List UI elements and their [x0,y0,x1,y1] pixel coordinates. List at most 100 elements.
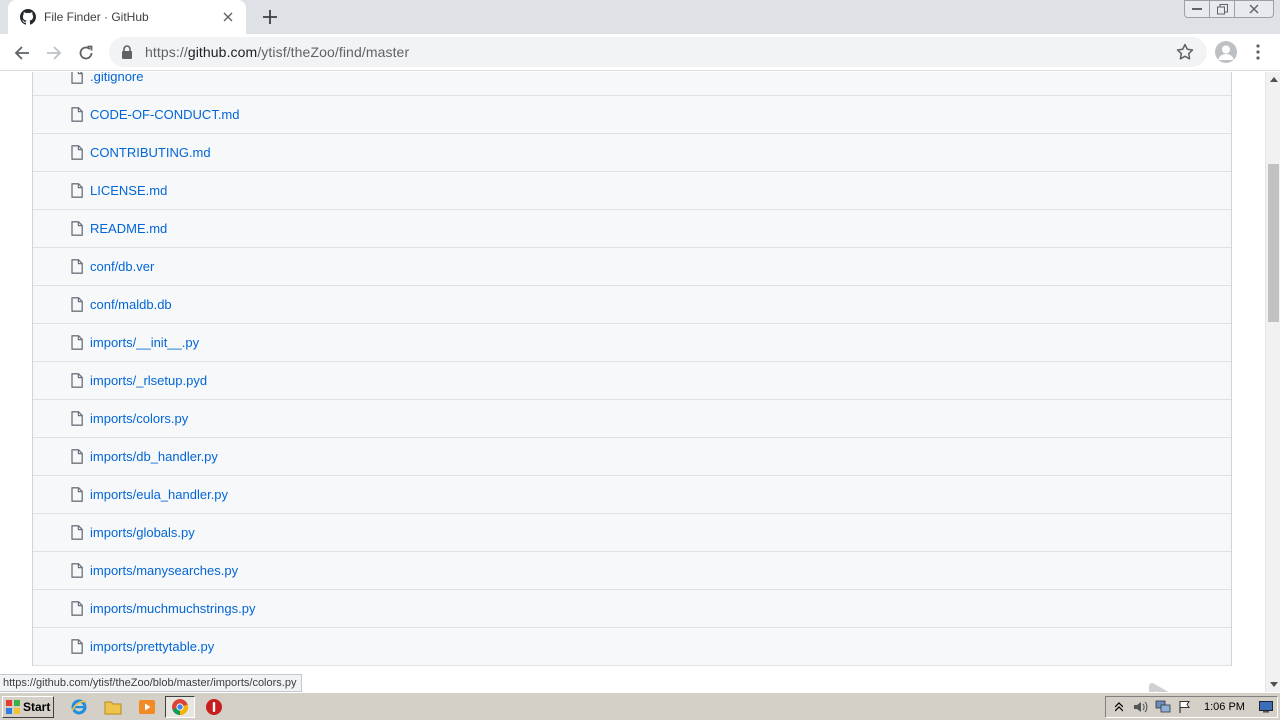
file-icon [71,639,83,654]
stop-icon[interactable] [204,697,224,717]
media-player-icon[interactable] [137,697,157,717]
tab-close-icon[interactable] [220,9,236,25]
back-button[interactable] [9,40,35,66]
file-link[interactable]: imports/prettytable.py [90,639,214,654]
play-logo-icon [1146,682,1198,692]
file-link[interactable]: conf/maldb.db [90,297,172,312]
file-row[interactable]: conf/maldb.db [33,286,1231,324]
address-bar[interactable]: https://github.com/ytisf/theZoo/find/mas… [109,37,1207,67]
file-link[interactable]: conf/db.ver [90,259,154,274]
new-tab-button[interactable] [258,6,282,28]
file-icon [71,221,83,236]
file-row[interactable]: imports/colors.py [33,400,1231,438]
start-button[interactable]: Start [2,696,54,718]
watermark-left: ANY [1038,683,1142,693]
chrome-icon[interactable] [165,696,195,718]
file-icon [71,525,83,540]
minimize-button[interactable] [1184,0,1210,18]
link-status-bubble: https://github.com/ytisf/theZoo/blob/mas… [0,674,303,692]
file-icon [71,563,83,578]
forward-button[interactable] [41,40,67,66]
file-icon [71,107,83,122]
anyrun-watermark: ANY RUN [1038,680,1265,692]
url-path: /ytisf/theZoo/find/master [257,44,410,60]
back-arrow-icon [14,46,29,60]
file-link[interactable]: CODE-OF-CONDUCT.md [90,107,240,122]
file-row[interactable]: imports/eula_handler.py [33,476,1231,514]
file-link[interactable]: imports/globals.py [90,525,195,540]
file-icon [71,487,83,502]
file-row[interactable]: README.md [33,210,1231,248]
windows-flag-icon [5,699,21,715]
volume-icon[interactable] [1132,698,1150,716]
file-icon [71,183,83,198]
forward-arrow-icon [47,46,62,60]
url-host: github.com [187,44,258,60]
file-icon [71,72,83,84]
network-icon[interactable] [1154,698,1172,716]
reload-icon [79,45,93,60]
tray-expand-icon[interactable] [1110,698,1128,716]
file-row[interactable]: imports/globals.py [33,514,1231,552]
file-row[interactable]: conf/db.ver [33,248,1231,286]
github-icon [20,9,36,25]
file-icon [71,259,83,274]
file-icon [71,601,83,616]
scroll-up-arrow-icon[interactable] [1266,72,1280,87]
tab-strip: File Finder · GitHub [0,0,1280,34]
file-link[interactable]: imports/colors.py [90,411,188,426]
file-row[interactable]: imports/muchmuchstrings.py [33,590,1231,628]
file-link[interactable]: LICENSE.md [90,183,167,198]
file-link[interactable]: imports/muchmuchstrings.py [90,601,255,616]
watermark-right: RUN [1202,683,1265,693]
file-row[interactable]: imports/db_handler.py [33,438,1231,476]
file-link[interactable]: imports/_rlsetup.pyd [90,373,207,388]
scroll-thumb[interactable] [1268,164,1279,322]
file-link[interactable]: imports/db_handler.py [90,449,218,464]
system-clock[interactable]: 1:06 PM [1204,701,1245,713]
file-row[interactable]: CONTRIBUTING.md [33,134,1231,172]
file-link[interactable]: imports/eula_handler.py [90,487,228,502]
file-list: .gitignore CODE-OF-CONDUCT.md CONTRIBUTING… [32,72,1232,666]
file-icon [71,449,83,464]
url-scheme: https:// [145,44,188,60]
file-row[interactable]: .gitignore [33,72,1231,96]
browser-menu-icon[interactable] [1250,42,1266,62]
file-row[interactable]: imports/__init__.py [33,324,1231,362]
file-link[interactable]: CONTRIBUTING.md [90,145,211,160]
show-desktop-icon[interactable] [1257,698,1275,716]
file-row[interactable]: imports/manysearches.py [33,552,1231,590]
file-icon [71,411,83,426]
file-icon [71,373,83,388]
file-row[interactable]: imports/_rlsetup.pyd [33,362,1231,400]
file-icon [71,297,83,312]
file-row[interactable]: imports/prettytable.py [33,628,1231,666]
ie-icon[interactable] [69,697,89,717]
window-close-button[interactable] [1234,0,1274,18]
browser-tab[interactable]: File Finder · GitHub [8,0,246,34]
page-content: .gitignore CODE-OF-CONDUCT.md CONTRIBUTING… [0,72,1265,692]
os-taskbar: Start 1:06 PM [0,692,1280,720]
file-icon [71,145,83,160]
file-link[interactable]: .gitignore [90,72,143,84]
file-link[interactable]: imports/manysearches.py [90,563,238,578]
action-center-flag-icon[interactable] [1176,698,1194,716]
url-text: https://github.com/ytisf/theZoo/find/mas… [145,44,409,60]
tab-title: File Finder · GitHub [44,10,149,24]
start-label: Start [23,700,51,714]
file-link[interactable]: README.md [90,221,167,236]
scroll-down-arrow-icon[interactable] [1266,677,1280,692]
lock-icon [121,45,135,59]
browser-toolbar: https://github.com/ytisf/theZoo/find/mas… [0,34,1280,71]
file-icon [71,335,83,350]
file-link[interactable]: imports/__init__.py [90,335,199,350]
bookmark-star-icon[interactable] [1175,42,1195,62]
file-row[interactable]: CODE-OF-CONDUCT.md [33,96,1231,134]
folder-icon[interactable] [103,697,123,717]
vertical-scrollbar[interactable] [1265,72,1280,692]
profile-avatar[interactable] [1215,41,1237,63]
file-row[interactable]: LICENSE.md [33,172,1231,210]
system-tray: 1:06 PM [1105,696,1278,718]
restore-button[interactable] [1209,0,1235,18]
reload-button[interactable] [73,40,99,66]
